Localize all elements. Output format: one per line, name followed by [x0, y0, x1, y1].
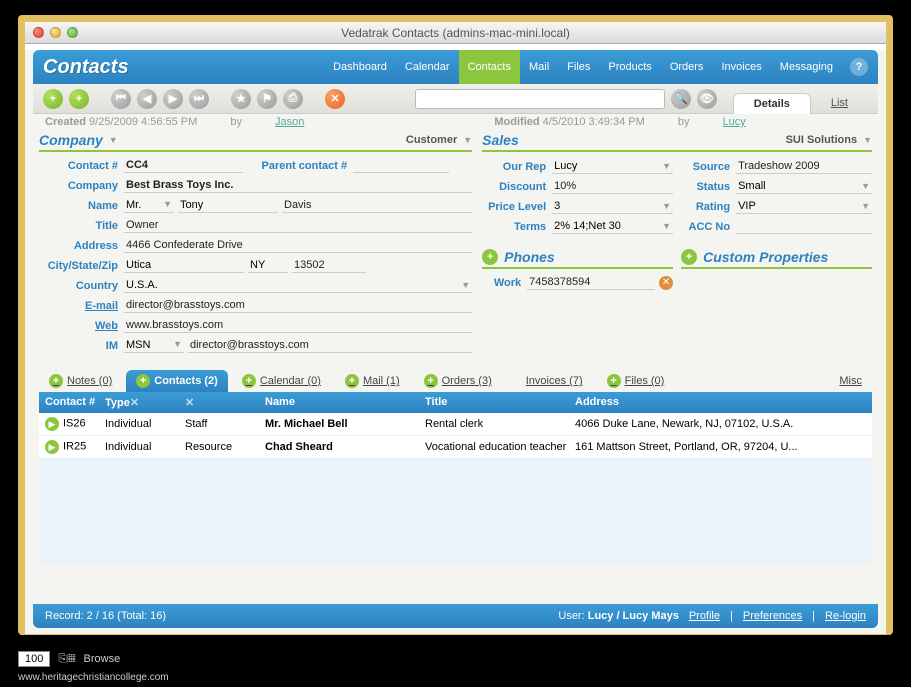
app-brand: Contacts — [43, 56, 129, 79]
tab-details[interactable]: Details — [733, 93, 811, 114]
nav-invoices[interactable]: Invoices — [712, 50, 770, 84]
star-icon[interactable]: ★ — [231, 89, 251, 109]
next-icon[interactable]: ▶ — [163, 89, 183, 109]
top-nav: Contacts Dashboard Calendar Contacts Mai… — [33, 50, 878, 84]
window-titlebar: Vedatrak Contacts (admins-mac-mini.local… — [25, 22, 886, 44]
title-field[interactable]: Owner — [124, 218, 472, 233]
tab-list[interactable]: List — [811, 93, 868, 114]
first-icon[interactable]: ⏮ — [111, 89, 131, 109]
subtab-calendar[interactable]: +Calendar (0) — [232, 370, 331, 392]
delete-button[interactable]: ✕ — [325, 89, 345, 109]
nav-files[interactable]: Files — [558, 50, 599, 84]
source-field[interactable]: Tradeshow 2009 — [736, 159, 872, 174]
source-url: www.heritagechristiancollege.com — [18, 672, 169, 683]
zoom-level[interactable]: 100 — [18, 651, 50, 667]
prefs-link[interactable]: Preferences — [743, 610, 802, 622]
modified-by-link[interactable]: Lucy — [723, 116, 746, 128]
delete-phone-icon[interactable]: ✕ — [659, 276, 673, 290]
subtab-notes[interactable]: +Notes (0) — [39, 370, 122, 392]
zip-field[interactable]: 13502 — [292, 258, 366, 273]
nav-dashboard[interactable]: Dashboard — [324, 50, 396, 84]
add-button[interactable]: + — [43, 89, 63, 109]
country-field[interactable]: U.S.A.▼ — [124, 278, 472, 293]
price-level-field[interactable]: 3▼ — [552, 199, 673, 214]
search-icon[interactable]: 🔍 — [671, 89, 691, 109]
state-field[interactable]: NY — [248, 258, 288, 273]
web-field[interactable]: www.brasstoys.com — [124, 318, 472, 333]
im-type[interactable]: MSN▼ — [124, 338, 184, 353]
table-row[interactable]: ▶IS26 Individual Staff Mr. Michael Bell … — [39, 413, 872, 436]
last-name[interactable]: Davis — [282, 198, 472, 213]
window-title: Vedatrak Contacts (admins-mac-mini.local… — [25, 26, 886, 40]
grid-header: Contact # Type✕ ✕ Name Title Address — [39, 392, 872, 413]
table-row[interactable]: ▶IR25 Individual Resource Chad Sheard Vo… — [39, 436, 872, 459]
terms-field[interactable]: 2% 14;Net 30▼ — [552, 219, 673, 234]
rep-field[interactable]: Lucy▼ — [552, 159, 673, 174]
nav-orders[interactable]: Orders — [661, 50, 713, 84]
name-prefix[interactable]: Mr.▼ — [124, 198, 174, 213]
address-field[interactable]: 4466 Confederate Drive — [124, 238, 472, 253]
row-arrow-icon[interactable]: ▶ — [45, 417, 59, 431]
subtab-invoices[interactable]: Invoices (7) — [516, 371, 593, 391]
status-bar: Record: 2 / 16 (Total: 16) User: Lucy / … — [33, 604, 878, 628]
nav-messaging[interactable]: Messaging — [771, 50, 842, 84]
section-phones: +Phones — [482, 247, 673, 269]
section-sales: Sales SUI Solutions▼ — [482, 130, 872, 152]
search-input[interactable] — [415, 89, 665, 109]
nav-mail[interactable]: Mail — [520, 50, 558, 84]
subtab-contacts[interactable]: +Contacts (2) — [126, 370, 228, 392]
subtab-mail[interactable]: +Mail (1) — [335, 370, 410, 392]
sub-tabs: +Notes (0) +Contacts (2) +Calendar (0) +… — [39, 370, 872, 392]
im-field[interactable]: director@brasstoys.com — [188, 338, 472, 353]
help-icon[interactable]: ? — [850, 58, 868, 76]
parent-contact[interactable] — [353, 158, 449, 173]
nav-products[interactable]: Products — [599, 50, 660, 84]
subtab-orders[interactable]: +Orders (3) — [414, 370, 502, 392]
relogin-link[interactable]: Re-login — [825, 610, 866, 622]
nav-calendar[interactable]: Calendar — [396, 50, 459, 84]
nav-contacts[interactable]: Contacts — [459, 50, 520, 84]
subtab-files[interactable]: +Files (0) — [597, 370, 675, 392]
section-custom: +Custom Properties — [681, 247, 872, 269]
record-counter: Record: 2 / 16 (Total: 16) — [45, 610, 166, 622]
discount-field[interactable]: 10% — [552, 179, 673, 194]
work-phone[interactable]: 7458378594 — [527, 275, 655, 290]
eye-icon[interactable]: 👁 — [697, 89, 717, 109]
page-footer: 100 ⎘▦ Browse — [18, 651, 120, 667]
add-multi-button[interactable]: + — [69, 89, 89, 109]
contact-no[interactable]: CC4 — [124, 158, 243, 173]
subtab-misc[interactable]: Misc — [829, 371, 872, 391]
rating-field[interactable]: VIP▼ — [736, 199, 872, 214]
row-arrow-icon[interactable]: ▶ — [45, 440, 59, 454]
email-field[interactable]: director@brasstoys.com — [124, 298, 472, 313]
meta-row: Created 9/25/2009 4:56:55 PM by Jason Mo… — [45, 116, 866, 128]
section-company: Company▼ Customer▼ — [39, 130, 472, 152]
prev-icon[interactable]: ◀ — [137, 89, 157, 109]
created-by-link[interactable]: Jason — [275, 116, 304, 128]
toolbar: + + ⏮ ◀ ▶ ⏭ ★ ⚑ ⎙ ✕ 🔍 👁 Details List — [33, 84, 878, 114]
first-name[interactable]: Tony — [178, 198, 278, 213]
profile-link[interactable]: Profile — [689, 610, 720, 622]
company-field[interactable]: Best Brass Toys Inc. — [124, 178, 472, 193]
add-phone-icon[interactable]: + — [482, 249, 498, 265]
print-icon[interactable]: ⎙ — [283, 89, 303, 109]
status-field[interactable]: Small▼ — [736, 179, 872, 194]
last-icon[interactable]: ⏭ — [189, 89, 209, 109]
acc-field[interactable] — [736, 219, 872, 234]
add-custom-icon[interactable]: + — [681, 249, 697, 265]
city-field[interactable]: Utica — [124, 258, 244, 273]
flag-icon[interactable]: ⚑ — [257, 89, 277, 109]
